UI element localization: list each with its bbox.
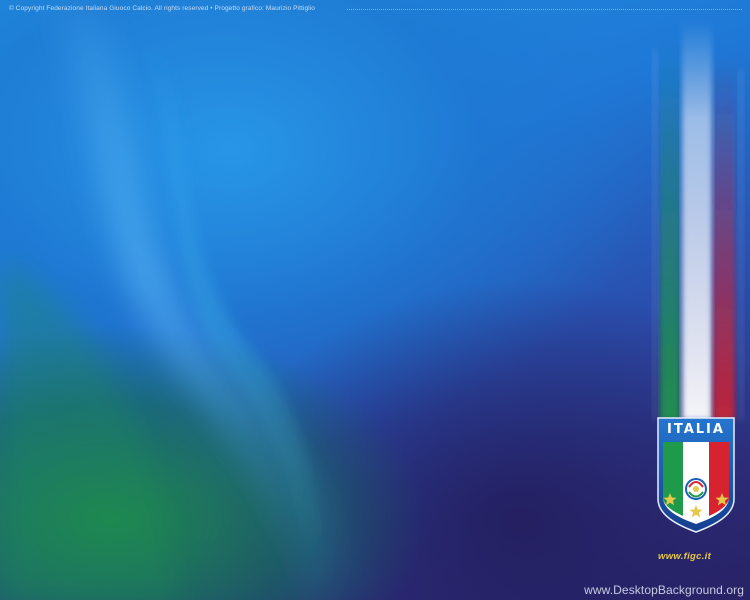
- watermark-text: www.DesktopBackground.org: [584, 583, 744, 597]
- green-stripe: [660, 40, 680, 420]
- white-stripe: [682, 20, 712, 420]
- figc-website-link[interactable]: www.figc.it: [658, 551, 711, 562]
- crest-title: ITALIA: [667, 422, 725, 437]
- figc-crest-icon: ITALIA: [657, 417, 735, 533]
- flag-stripes: [652, 20, 744, 420]
- red-stripe: [713, 60, 735, 420]
- wallpaper-background: © Copyright Federazione Italiana Giuoco …: [0, 0, 750, 600]
